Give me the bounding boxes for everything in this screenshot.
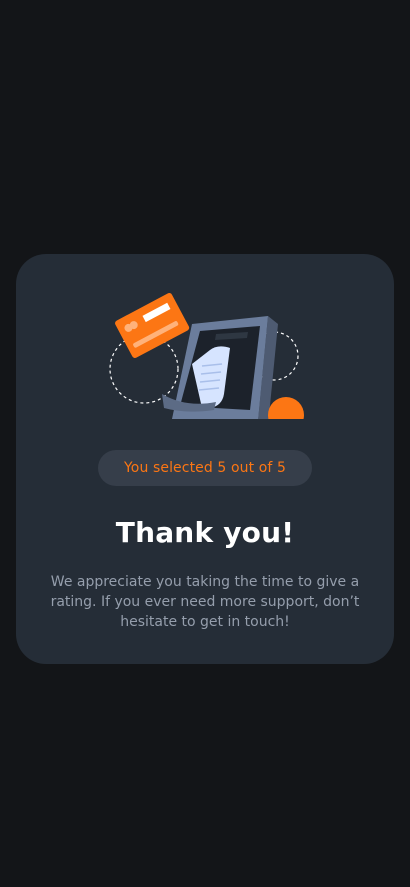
- page: You selected 5 out of 5 Thank you! We ap…: [0, 0, 410, 887]
- page-title: Thank you!: [115, 516, 295, 549]
- thank-you-card: You selected 5 out of 5 Thank you! We ap…: [16, 254, 394, 664]
- selection-text: You selected 5 out of 5: [123, 460, 286, 476]
- thank-you-message: We appreciate you taking the time to giv…: [50, 574, 360, 630]
- selection-badge: You selected 5 out of 5: [98, 450, 312, 486]
- payment-receipt-illustration-icon: [109, 293, 304, 419]
